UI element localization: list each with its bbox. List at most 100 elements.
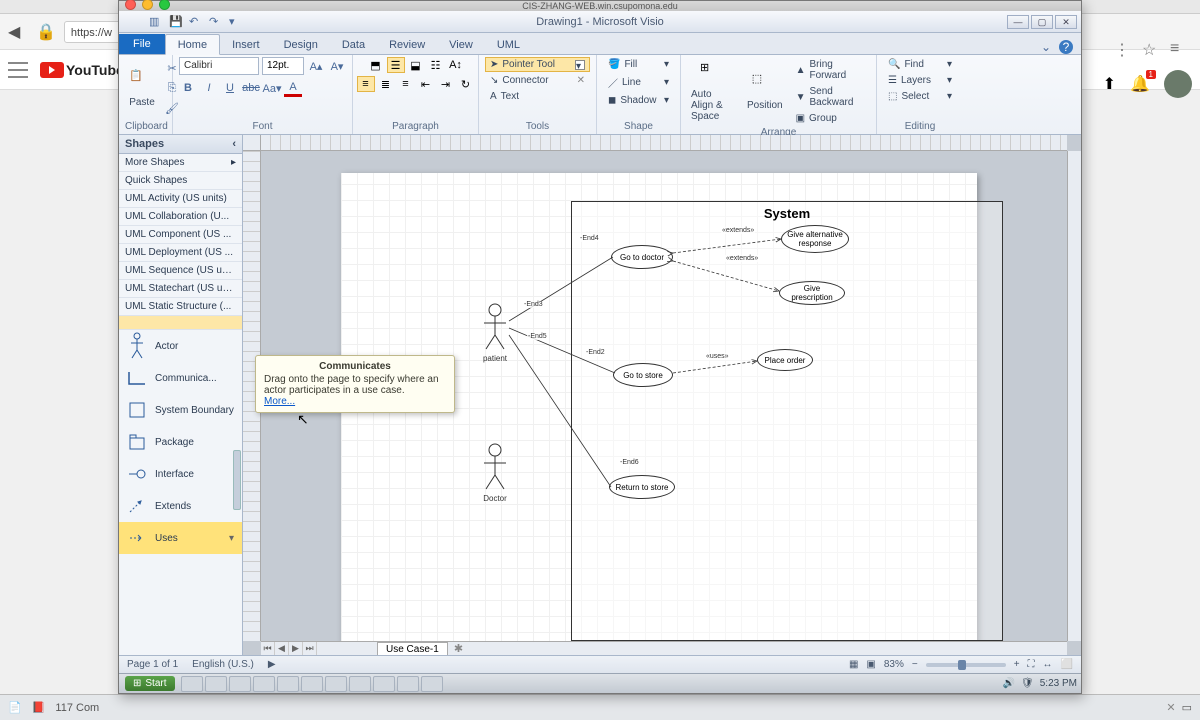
prev-page-icon[interactable]: ◀ [275, 642, 289, 655]
mac-zoom-icon[interactable] [159, 0, 170, 10]
pointer-dropdown[interactable]: ▾ [575, 60, 585, 70]
dropdown-icon[interactable]: ▾ [229, 533, 234, 544]
full-screen-icon[interactable]: ⬜ [1061, 659, 1073, 670]
minimize-ribbon-icon[interactable]: ⌄ [1039, 40, 1053, 54]
vertical-scrollbar[interactable] [1067, 151, 1081, 641]
view-normal-icon[interactable]: ▦ [849, 659, 858, 670]
zoom-out-icon[interactable]: − [912, 659, 918, 670]
find-button[interactable]: 🔍Find▾ [883, 57, 957, 72]
bookmark-icon[interactable]: ☆ [1142, 40, 1160, 58]
taskbar-app-icon[interactable] [349, 676, 371, 692]
align-top-icon[interactable]: ⬒ [367, 57, 385, 73]
qat-dropdown-icon[interactable]: ▾ [229, 15, 243, 29]
view-full-icon[interactable]: ▣ [866, 659, 875, 670]
stencil-item[interactable]: UML Static Structure (... [119, 298, 242, 316]
shadow-button[interactable]: ◼Shadow▾ [603, 93, 674, 108]
sheet-tab[interactable]: Use Case-1 [377, 642, 448, 655]
shape-system-boundary[interactable]: System Boundary [119, 394, 242, 426]
usecase-prescription[interactable]: Give prescription [779, 281, 845, 305]
first-page-icon[interactable]: ⏮ [261, 642, 275, 655]
stencil-item[interactable]: UML Deployment (US ... [119, 244, 242, 262]
italic-button[interactable]: I [200, 79, 218, 97]
taskbar-app-icon[interactable] [373, 676, 395, 692]
actor-doctor[interactable]: Doctor [481, 443, 509, 503]
mac-minimize-icon[interactable] [142, 0, 153, 10]
quick-shapes-item[interactable]: Quick Shapes [119, 172, 242, 190]
shape-interface[interactable]: Interface [119, 458, 242, 490]
shape-actor[interactable]: Actor [119, 330, 242, 362]
help-icon[interactable]: ? [1059, 40, 1073, 54]
taskbar-app-icon[interactable] [229, 676, 251, 692]
back-icon[interactable]: ◀ [8, 22, 28, 42]
fill-button[interactable]: 🪣Fill▾ [603, 57, 674, 72]
taskbar-app-icon[interactable] [205, 676, 227, 692]
taskbar-app-icon[interactable] [397, 676, 419, 692]
align-center-icon[interactable]: ≣ [377, 76, 395, 92]
paste-button[interactable]: 📋 Paste [125, 67, 159, 110]
dock-close-icon[interactable]: ✕ [1166, 701, 1175, 714]
send-backward-button[interactable]: ▼Send Backward [791, 84, 870, 110]
usecase-return-store[interactable]: Return to store [609, 475, 675, 499]
stencil-item[interactable]: UML Component (US ... [119, 226, 242, 244]
menu-icon[interactable]: ≡ [1170, 40, 1188, 58]
layers-button[interactable]: ☰Layers▾ [883, 73, 957, 88]
notifications-icon[interactable]: 🔔1 [1130, 74, 1150, 94]
shape-communicates[interactable]: Communica... [119, 362, 242, 394]
connector-x-icon[interactable]: ✕ [577, 75, 585, 86]
tab-insert[interactable]: Insert [220, 35, 272, 54]
tooltip-more-link[interactable]: More... [264, 396, 295, 407]
auto-align-button[interactable]: ⊞ Auto Align & Space [687, 59, 739, 124]
stencil-item[interactable]: UML Sequence (US uni... [119, 262, 242, 280]
usecase-alt-response[interactable]: Give alternative response [781, 225, 849, 253]
visio-app-icon[interactable]: ▥ [149, 15, 163, 29]
increase-indent-icon[interactable]: ⇥ [437, 76, 455, 92]
undo-icon[interactable]: ↶ [189, 15, 203, 29]
taskbar-app-icon[interactable] [277, 676, 299, 692]
underline-button[interactable]: U [221, 79, 239, 97]
align-middle-icon[interactable]: ☰ [387, 57, 405, 73]
change-case-icon[interactable]: Aa▾ [263, 79, 281, 97]
text-direction-icon[interactable]: A↕ [447, 57, 465, 73]
taskbar-app-icon[interactable] [325, 676, 347, 692]
redo-icon[interactable]: ↷ [209, 15, 223, 29]
taskbar-app-icon[interactable] [181, 676, 203, 692]
taskbar-app-icon[interactable] [421, 676, 443, 692]
pointer-tool-button[interactable]: ➤ Pointer Tool ▾ [485, 57, 590, 72]
save-icon[interactable]: 💾 [169, 15, 183, 29]
youtube-logo[interactable]: YouTube [40, 62, 124, 78]
position-button[interactable]: ⬚ Position [743, 70, 787, 113]
close-button[interactable]: ✕ [1055, 15, 1077, 29]
actor-patient[interactable]: patient [481, 303, 509, 363]
usecase-go-to-doctor[interactable]: Go to doctor [611, 245, 673, 269]
next-page-icon[interactable]: ▶ [289, 642, 303, 655]
dock-item[interactable]: 📄 [8, 701, 22, 714]
connector-tool-button[interactable]: ↘ Connector ✕ [485, 73, 590, 88]
upload-icon[interactable]: ⬆ [1103, 74, 1116, 94]
taskbar-app-icon[interactable] [301, 676, 323, 692]
stencil-item[interactable]: UML Collaboration (U... [119, 208, 242, 226]
zoom-thumb[interactable] [958, 660, 966, 670]
maximize-button[interactable]: ▢ [1031, 15, 1053, 29]
clock[interactable]: 5:23 PM [1040, 678, 1077, 689]
new-page-icon[interactable]: ✱ [448, 642, 469, 655]
last-page-icon[interactable]: ⏭ [303, 642, 317, 655]
select-button[interactable]: ⬚Select▾ [883, 89, 957, 104]
align-bottom-icon[interactable]: ⬓ [407, 57, 425, 73]
group-button[interactable]: ▣Group [791, 111, 870, 126]
decrease-indent-icon[interactable]: ⇤ [417, 76, 435, 92]
stencil-item[interactable]: UML Statechart (US un... [119, 280, 242, 298]
stencil-item-selected[interactable] [119, 316, 242, 330]
shape-package[interactable]: Package [119, 426, 242, 458]
language-indicator[interactable]: English (U.S.) [192, 659, 254, 670]
fit-width-icon[interactable]: ↔ [1043, 659, 1053, 670]
grow-font-icon[interactable]: A▴ [307, 57, 325, 75]
horizontal-scrollbar[interactable]: ⏮ ◀ ▶ ⏭ Use Case-1 ✱ [261, 641, 1067, 655]
tab-file[interactable]: File [119, 34, 165, 54]
line-button[interactable]: ／Line▾ [603, 73, 674, 92]
scrollbar-thumb[interactable] [233, 450, 241, 510]
tray-icon[interactable]: 🔊 [1003, 678, 1015, 689]
tab-uml[interactable]: UML [485, 35, 532, 54]
tab-home[interactable]: Home [165, 34, 220, 55]
dock-pdf-icon[interactable]: 📕 [32, 701, 46, 714]
minimize-button[interactable]: — [1007, 15, 1029, 29]
